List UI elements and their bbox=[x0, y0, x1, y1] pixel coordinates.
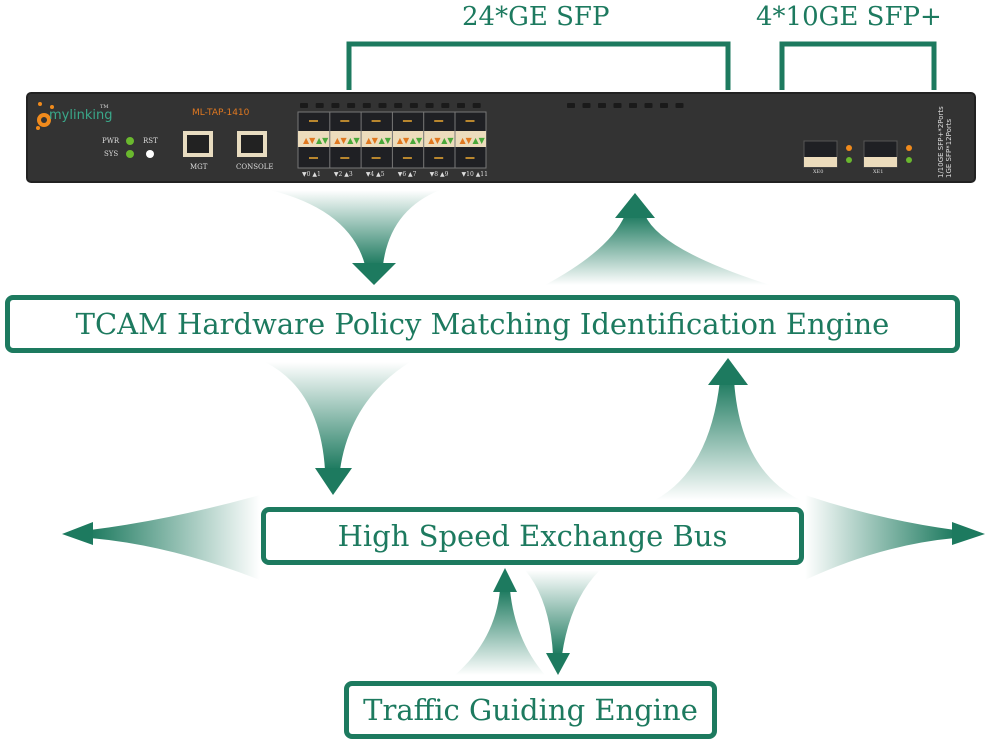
brand-tm: TM bbox=[100, 104, 109, 110]
port-led bbox=[660, 103, 668, 108]
side-text-line: 1/10GE SFP+*2Ports bbox=[937, 106, 945, 178]
side-text: 1/10GE SFP+*2Ports 1GE SFP*12Ports bbox=[937, 98, 953, 178]
svg-text:▲▼: ▲▼ bbox=[473, 136, 486, 145]
arrow-bus-to-traffic bbox=[525, 570, 600, 655]
flow-arrows: ▲▼ ▲▼ ▲▼ ▲▼ ▲▼ ▲▼ ▲▼ ▲▼ ▲▼ ▲▼ ▲▼ ▲▼ bbox=[26, 41, 985, 675]
xe1-label: XE1 bbox=[873, 169, 884, 175]
pwr-led bbox=[126, 137, 134, 145]
port-led bbox=[300, 103, 308, 108]
sfp-label: ▼0 ▲1 bbox=[302, 171, 321, 178]
svg-text:▲▼: ▲▼ bbox=[410, 136, 423, 145]
port-led bbox=[472, 103, 481, 108]
port-led bbox=[675, 103, 684, 108]
arrow-bus-to-left bbox=[90, 495, 260, 580]
arrow-traffic-to-bus bbox=[455, 590, 545, 675]
mgt-label: MGT bbox=[190, 163, 208, 171]
traffic-engine-label: Traffic Guiding Engine bbox=[363, 693, 698, 727]
sfp-port-labels: ▼0 ▲1 ▼2 ▲3 ▼4 ▲5 ▼6 ▲7 ▼8 ▲9 ▼10 ▲11 bbox=[302, 171, 488, 178]
bracket-label-ge-sfp: 24*GE SFP bbox=[462, 2, 610, 32]
arrow-tcam-to-bus bbox=[265, 362, 410, 470]
svg-text:▲▼: ▲▼ bbox=[441, 136, 454, 145]
port-led bbox=[629, 103, 637, 108]
sfp-label: ▼10 ▲11 bbox=[461, 171, 488, 178]
port-led bbox=[409, 103, 418, 108]
device-front-panel: ▲▼ ▲▼ ▲▼ ▲▼ ▲▼ ▲▼ ▲▼ ▲▼ ▲▼ ▲▼ ▲▼ ▲▼ bbox=[26, 92, 976, 183]
sys-label: SYS bbox=[104, 150, 119, 158]
port-led bbox=[347, 103, 356, 108]
arrow-bus-to-tcam bbox=[655, 380, 800, 500]
port-led bbox=[378, 103, 387, 108]
bus-label: High Speed Exchange Bus bbox=[337, 519, 728, 553]
svg-text:▲▼: ▲▼ bbox=[460, 136, 473, 145]
svg-text:▲▼: ▲▼ bbox=[334, 136, 347, 145]
tcam-engine-label: TCAM Hardware Policy Matching Identifica… bbox=[75, 307, 890, 341]
bracket-xge-sfp bbox=[779, 41, 937, 90]
svg-text:▲▼: ▲▼ bbox=[366, 136, 379, 145]
port-led bbox=[315, 103, 324, 108]
brand-logo: mylinking bbox=[49, 108, 113, 123]
bracket-label-xge-sfp: 4*10GE SFP+ bbox=[756, 2, 942, 32]
svg-text:▲▼: ▲▼ bbox=[303, 136, 316, 145]
svg-text:▲▼: ▲▼ bbox=[347, 136, 360, 145]
arrow-device-to-tcam bbox=[270, 190, 440, 265]
port-led bbox=[425, 103, 434, 108]
sys-led bbox=[126, 150, 134, 158]
sfp-label: ▼6 ▲7 bbox=[397, 171, 417, 178]
port-led bbox=[362, 103, 371, 108]
port-led bbox=[613, 103, 622, 108]
console-label: CONSOLE bbox=[236, 163, 274, 171]
port-led bbox=[441, 103, 450, 108]
sfp-label: ▼2 ▲3 bbox=[333, 171, 353, 178]
svg-text:▲▼: ▲▼ bbox=[316, 136, 329, 145]
rst-label: RST bbox=[143, 137, 158, 145]
xe0-label: XE0 bbox=[813, 169, 824, 175]
port-led bbox=[567, 103, 575, 108]
arrow-tcam-to-device bbox=[545, 215, 770, 285]
port-led bbox=[582, 103, 591, 108]
arrow-bus-to-right bbox=[805, 495, 955, 580]
sfp-label: ▼4 ▲5 bbox=[365, 171, 385, 178]
bus-box: High Speed Exchange Bus bbox=[261, 507, 804, 565]
port-led bbox=[644, 103, 653, 108]
svg-text:▲▼: ▲▼ bbox=[397, 136, 410, 145]
svg-text:▲▼: ▲▼ bbox=[428, 136, 441, 145]
bracket-ge-sfp bbox=[346, 41, 731, 90]
traffic-engine-box: Traffic Guiding Engine bbox=[344, 681, 717, 739]
port-led bbox=[394, 103, 403, 108]
tcam-engine-box: TCAM Hardware Policy Matching Identifica… bbox=[5, 295, 960, 353]
port-led bbox=[331, 103, 340, 108]
reset-button bbox=[146, 150, 154, 158]
model-label: ML-TAP-1410 bbox=[192, 108, 250, 118]
svg-text:▲▼: ▲▼ bbox=[379, 136, 392, 145]
port-led bbox=[457, 103, 465, 108]
side-text-line: 1GE SFP*12Ports bbox=[945, 118, 953, 178]
port-led bbox=[598, 103, 606, 108]
sfp-label: ▼8 ▲9 bbox=[429, 171, 449, 178]
pwr-label: PWR bbox=[102, 137, 120, 145]
